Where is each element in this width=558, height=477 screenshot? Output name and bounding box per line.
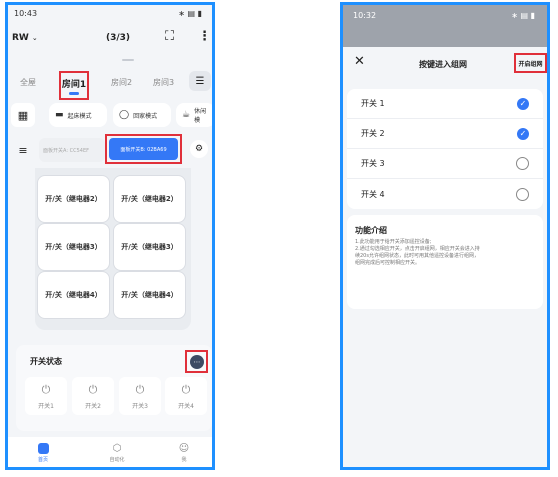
radio-empty-icon <box>516 157 529 170</box>
power-icon: ⏻ <box>181 382 191 396</box>
switch-button[interactable]: ⏻ 开关3 <box>119 377 161 415</box>
tab-room2[interactable]: 房间2 <box>111 77 132 88</box>
switch-list-item[interactable]: 开关 2 ✓ <box>347 119 543 149</box>
panel-a-label: 面板开关A: CC54EF <box>43 147 89 154</box>
switch-label: 开关3 <box>132 402 148 410</box>
tab-room1[interactable]: 房间1 <box>59 71 89 100</box>
status-icons: ∗ ▤ ▮ <box>511 11 535 20</box>
page-indicator: (3/3) <box>106 33 131 43</box>
mode-home[interactable]: ◯ 回家模式 <box>113 103 171 127</box>
scrollbar[interactable] <box>213 210 215 350</box>
relay-button[interactable]: 开/关（继电器4） <box>37 271 110 319</box>
intro-line: 续20s允许组网状态，此时可用其他遥控设备进行组网， <box>355 253 479 259</box>
check-icon: ✓ <box>517 97 529 110</box>
switch-item-label: 开关 1 <box>361 99 385 108</box>
switch-status-title: 开关状态 <box>30 357 62 366</box>
tab-active-indicator <box>69 91 79 95</box>
bed-icon: ▬ <box>55 110 64 120</box>
switch-button[interactable]: ⏻ 开关2 <box>72 377 114 415</box>
switch-item-label: 开关 3 <box>361 159 385 168</box>
nav-automation[interactable]: ⬡ 自动化 <box>106 443 128 463</box>
sheet-title: 按键进入组网 <box>419 60 467 69</box>
mode-home-label: 回家模式 <box>133 112 158 120</box>
panel-b-label: 面板开关B: 02BA69 <box>120 146 167 153</box>
list-toggle-button[interactable]: ≡ <box>11 138 35 162</box>
open-network-label: 开启组网 <box>518 60 543 68</box>
relay-button[interactable]: 开/关（继电器3） <box>37 223 110 271</box>
tab-room3[interactable]: 房间3 <box>153 77 174 88</box>
profile-icon: ☺ <box>178 443 190 454</box>
home-icon <box>37 443 49 454</box>
intro-line: 1.此功能用于给开关添加遥控设备; <box>355 239 432 245</box>
power-icon: ⏻ <box>88 382 98 396</box>
nav-home[interactable]: 首页 <box>32 443 54 463</box>
switch-label: 开关4 <box>178 402 194 410</box>
feature-intro-card: 功能介绍 1.此功能用于给开关添加遥控设备; 2.通过勾选相应开关，点击开启组网… <box>347 215 543 309</box>
switch-button[interactable]: ⏻ 开关4 <box>165 377 207 415</box>
power-icon: ⏻ <box>135 382 145 396</box>
right-phone-screen: 10:32 ∗ ▤ ▮ ✕ 按键进入组网 开启组网 开关 1 ✓ 开关 2 ✓ … <box>340 2 550 470</box>
status-time: 10:43 <box>14 9 38 18</box>
more-horizontal-icon: ⋯ <box>193 357 201 366</box>
panel-settings-button[interactable]: ⚙ <box>190 140 208 158</box>
nav-me[interactable]: ☺ 我 <box>173 443 195 463</box>
more-vertical-icon[interactable]: ⋮ <box>198 29 211 44</box>
status-time: 10:32 <box>353 11 377 20</box>
list-icon: ≡ <box>18 143 28 157</box>
scan-icon[interactable]: ⛶ <box>165 29 174 44</box>
automation-icon: ⬡ <box>112 443 122 454</box>
menu-icon: ☰ <box>195 75 205 87</box>
home-selector[interactable]: RW ⌄ <box>12 33 38 43</box>
switch-item-label: 开关 2 <box>361 129 385 138</box>
tab-all[interactable]: 全屋 <box>20 77 36 88</box>
tab-room1-label: 房间1 <box>61 79 87 90</box>
relay-button[interactable]: 开/关（继电器2） <box>113 175 186 223</box>
grid-add-icon: ▦ <box>17 108 29 122</box>
nav-automation-label: 自动化 <box>109 457 125 463</box>
tab-menu-button[interactable]: ☰ <box>189 71 211 91</box>
mode-wake[interactable]: ▬ 起床模式 <box>49 103 107 127</box>
mode-leisure[interactable]: ☕ 休闲模 <box>176 103 212 127</box>
switch-label: 开关2 <box>85 402 101 410</box>
intro-title: 功能介绍 <box>355 226 387 235</box>
cup-icon: ☕ <box>182 110 191 120</box>
power-icon: ⏻ <box>41 382 51 396</box>
panel-b-tab[interactable]: 面板开关B: 02BA69 <box>109 138 178 160</box>
switch-list-item[interactable]: 开关 1 ✓ <box>347 89 543 119</box>
close-icon[interactable]: ✕ <box>354 54 365 69</box>
switch-list-item[interactable]: 开关 4 <box>347 179 543 209</box>
switch-button[interactable]: ⏻ 开关1 <box>25 377 67 415</box>
status-icons: ∗ ▤ ▮ <box>178 9 202 18</box>
relay-button[interactable]: 开/关（继电器3） <box>113 223 186 271</box>
home-name: RW <box>12 33 29 43</box>
switch-item-label: 开关 4 <box>361 189 385 199</box>
chevron-down-icon: ⌄ <box>31 34 38 42</box>
radio-empty-icon <box>516 187 529 201</box>
panel-a-tab[interactable]: 面板开关A: CC54EF <box>39 138 105 162</box>
switch-label: 开关1 <box>38 402 54 410</box>
intro-line: 组网完成后可控制相应开关。 <box>355 260 421 266</box>
left-phone-screen: 10:43 ∗ ▤ ▮ RW ⌄ (3/3) ⛶ ⋮ 全屋 房间1 房间2 房间… <box>5 2 215 470</box>
relay-button[interactable]: 开/关（继电器2） <box>37 175 110 223</box>
home-mode-icon: ◯ <box>119 110 130 120</box>
relay-button[interactable]: 开/关（继电器4） <box>113 271 186 319</box>
nav-me-label: 我 <box>181 457 187 463</box>
more-options-button[interactable]: ⋯ <box>190 355 204 369</box>
settings-icon: ⚙ <box>194 144 204 154</box>
check-icon: ✓ <box>517 127 529 140</box>
switch-list-item[interactable]: 开关 3 <box>347 149 543 179</box>
mode-leisure-label: 休闲模 <box>194 108 207 124</box>
nav-home-label: 首页 <box>37 457 48 463</box>
intro-line: 2.通过勾选相应开关，点击开启组网，相应开关会进入持 <box>355 246 480 252</box>
open-network-button[interactable]: 开启组网 <box>514 53 547 73</box>
mode-wake-label: 起床模式 <box>67 112 92 120</box>
add-scene-button[interactable]: ▦ <box>11 103 35 127</box>
drag-handle <box>122 59 134 61</box>
